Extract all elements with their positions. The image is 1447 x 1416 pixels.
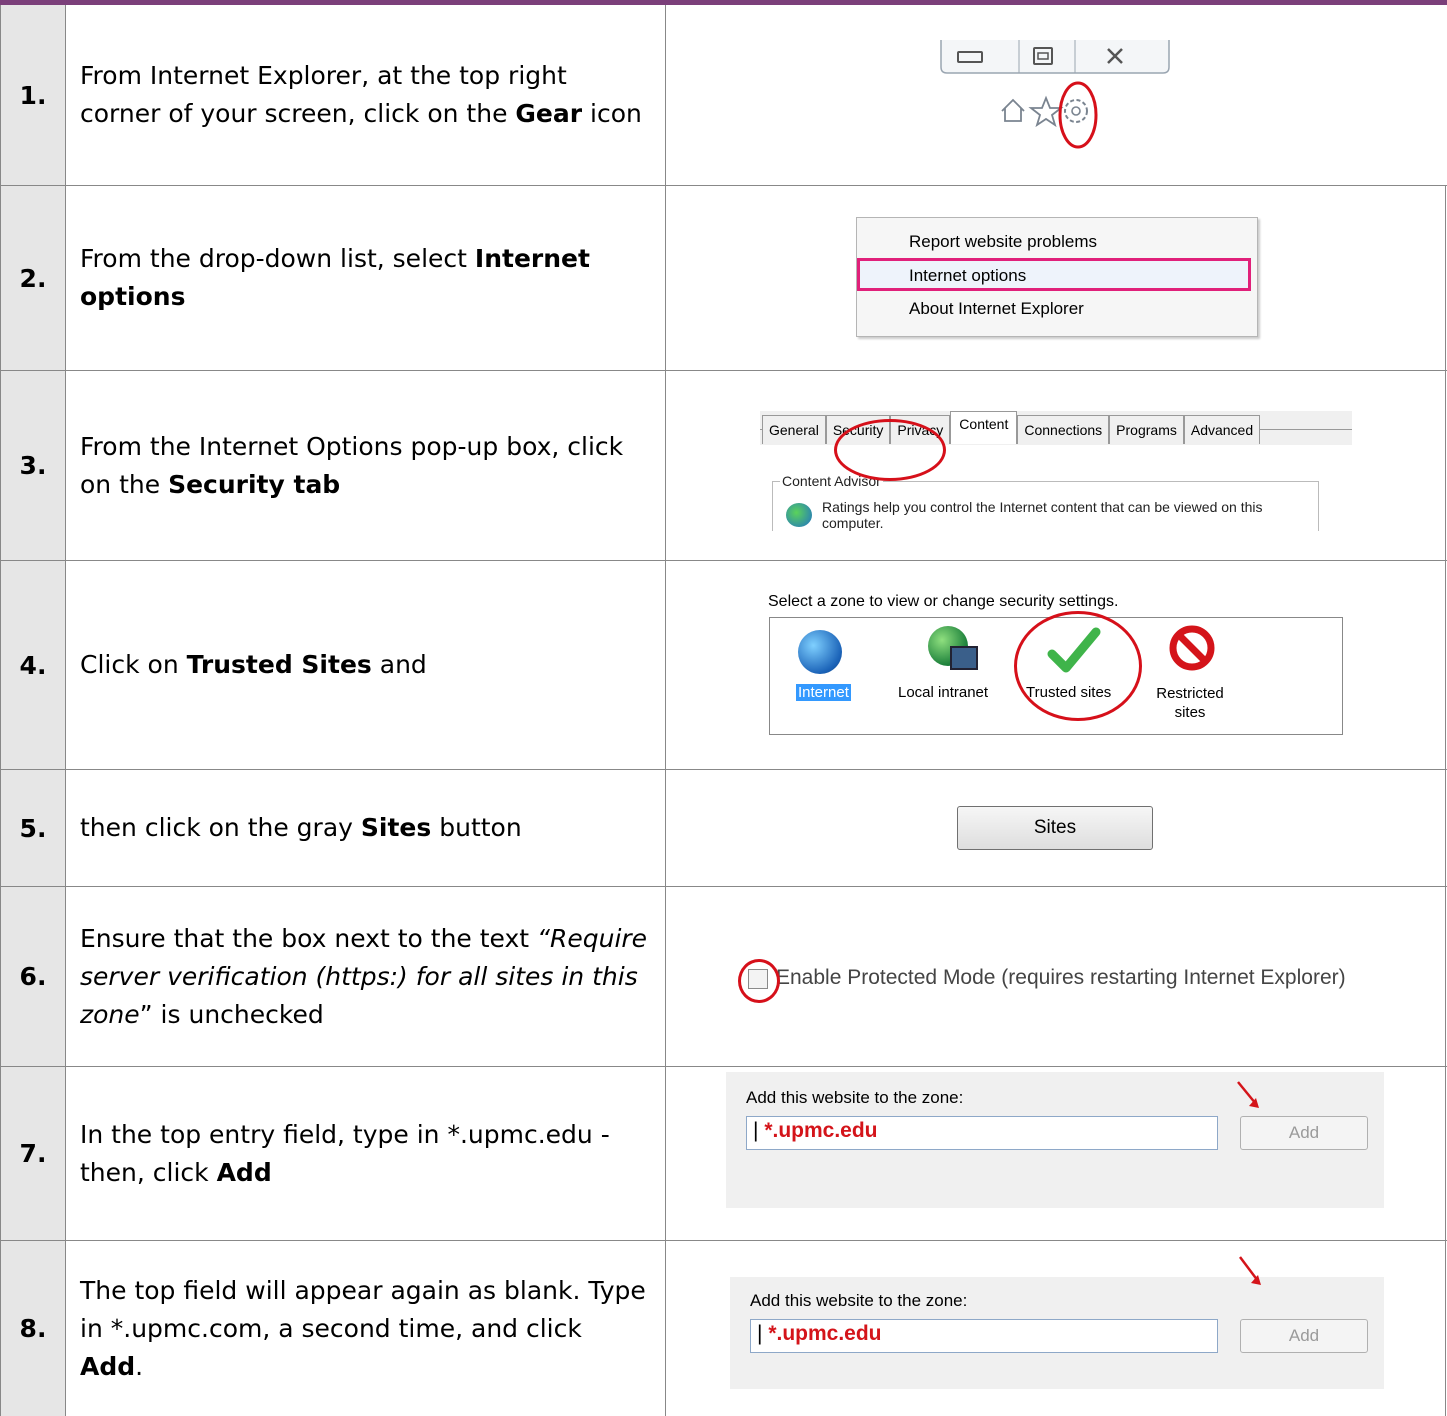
website-input[interactable]: | *.upmc.edu bbox=[746, 1116, 1218, 1150]
step-number: 3. bbox=[0, 371, 66, 560]
tab-programs[interactable]: Programs bbox=[1109, 415, 1184, 444]
step-number: 8. bbox=[0, 1241, 66, 1416]
zone-heading: Select a zone to view or change security… bbox=[768, 593, 1119, 610]
annotation-circle bbox=[738, 959, 780, 1003]
step-row-8: 8. The top field will appear again as bl… bbox=[0, 1241, 1447, 1416]
content-advisor-description: Ratings help you control the Internet co… bbox=[822, 499, 1263, 531]
monitor-icon bbox=[950, 646, 978, 670]
arrow-icon bbox=[1237, 1081, 1259, 1108]
globe-icon bbox=[798, 630, 842, 674]
step-number: 2. bbox=[0, 186, 66, 370]
step-screenshot-7: Add this website to the zone: | *.upmc.e… bbox=[666, 1067, 1446, 1240]
protected-mode-label: Enable Protected Mode (requires restarti… bbox=[776, 966, 1346, 989]
step-row-2: 2. From the drop-down list, select Inter… bbox=[0, 186, 1447, 370]
annotation-circle bbox=[834, 419, 946, 481]
menu-item-report-website-problems[interactable]: Report website problems bbox=[909, 232, 1097, 252]
add-button[interactable]: Add bbox=[1240, 1319, 1368, 1353]
gear-dropdown-menu: Report website problems Internet options… bbox=[856, 217, 1258, 337]
add-button[interactable]: Add bbox=[1240, 1116, 1368, 1150]
no-entry-icon bbox=[1169, 625, 1215, 671]
add-website-panel: Add this website to the zone: | *.upmc.e… bbox=[726, 1072, 1384, 1208]
tab-content[interactable]: Content bbox=[950, 411, 1018, 444]
step-text: The top field will appear again as blank… bbox=[66, 1241, 666, 1416]
step-row-6: 6. Ensure that the box next to the text … bbox=[0, 887, 1447, 1066]
step-text: From Internet Explorer, at the top right… bbox=[66, 5, 666, 185]
tab-general[interactable]: General bbox=[762, 415, 826, 444]
zone-restricted-sites[interactable]: Restricted sites bbox=[1140, 618, 1240, 734]
step-number: 7. bbox=[0, 1067, 66, 1240]
arrow-icon bbox=[1239, 1256, 1261, 1285]
add-website-label: Add this website to the zone: bbox=[746, 1088, 964, 1107]
content-advisor-icon bbox=[786, 503, 812, 527]
annotation-circle bbox=[1014, 611, 1142, 721]
menu-item-about-internet-explorer[interactable]: About Internet Explorer bbox=[909, 299, 1084, 319]
step-text: Click on Trusted Sites and bbox=[66, 561, 666, 769]
step-text: From the Internet Options pop-up box, cl… bbox=[66, 371, 666, 560]
step-row-5: 5. then click on the gray Sites button S… bbox=[0, 770, 1447, 886]
step-screenshot-3: General Security Privacy Content Connect… bbox=[666, 371, 1446, 560]
step-screenshot-6: Enable Protected Mode (requires restarti… bbox=[666, 887, 1446, 1066]
step-text: In the top entry field, type in *.upmc.e… bbox=[66, 1067, 666, 1240]
website-input[interactable]: | *.upmc.edu bbox=[750, 1319, 1218, 1353]
step-number: 6. bbox=[0, 887, 66, 1066]
sites-button[interactable]: Sites bbox=[957, 806, 1153, 850]
tab-advanced[interactable]: Advanced bbox=[1183, 415, 1261, 444]
step-row-7: 7. In the top entry field, type in *.upm… bbox=[0, 1067, 1447, 1240]
step-row-4: 4. Click on Trusted Sites and Select a z… bbox=[0, 561, 1447, 769]
step-number: 1. bbox=[0, 5, 66, 185]
menu-item-internet-options[interactable]: Internet options bbox=[857, 258, 1251, 291]
step-row-1: 1. From Internet Explorer, at the top ri… bbox=[0, 5, 1447, 185]
tab-connections[interactable]: Connections bbox=[1017, 415, 1110, 444]
step-screenshot-2: Report website problems Internet options… bbox=[666, 186, 1446, 370]
zone-local-intranet[interactable]: Local intranet bbox=[890, 618, 1010, 734]
step-text: Ensure that the box next to the text “Re… bbox=[66, 887, 666, 1066]
step-number: 4. bbox=[0, 561, 66, 769]
add-website-label: Add this website to the zone: bbox=[750, 1291, 968, 1310]
step-number: 5. bbox=[0, 770, 66, 886]
step-row-3: 3. From the Internet Options pop-up box,… bbox=[0, 371, 1447, 560]
step-text: From the drop-down list, select Internet… bbox=[66, 186, 666, 370]
step-screenshot-8: Add this website to the zone: | *.upmc.e… bbox=[666, 1241, 1446, 1416]
step-screenshot-5: Sites bbox=[666, 770, 1446, 886]
add-website-panel: Add this website to the zone: | *.upmc.e… bbox=[730, 1277, 1384, 1389]
ie-titlebar-snippet bbox=[666, 5, 1446, 185]
step-screenshot-1 bbox=[666, 5, 1446, 185]
step-screenshot-4: Select a zone to view or change security… bbox=[666, 561, 1446, 769]
step-text: then click on the gray Sites button bbox=[66, 770, 666, 886]
instructions-table: 1. From Internet Explorer, at the top ri… bbox=[0, 5, 1447, 1416]
zone-internet[interactable]: Internet bbox=[784, 618, 856, 734]
